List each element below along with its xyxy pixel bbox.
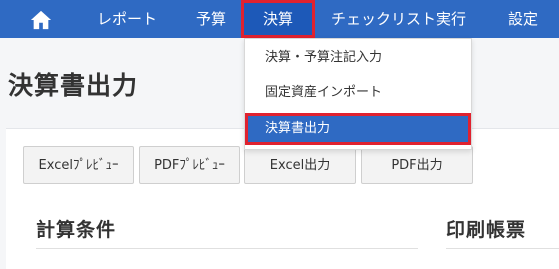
nav-item-settlement[interactable]: 決算 bbox=[241, 0, 315, 38]
nav-item-checklist-run[interactable]: チェックリスト実行 bbox=[331, 0, 466, 38]
menu-item-statement-output[interactable]: 決算書出力 bbox=[245, 113, 471, 145]
menu-item-note-input[interactable]: 決算・予算注記入力 bbox=[245, 42, 471, 74]
top-navbar: レポート 予算 決算 チェックリスト実行 設定 bbox=[0, 0, 559, 38]
excel-output-button[interactable]: Excel出力 bbox=[244, 146, 356, 184]
calc-conditions-heading: 計算条件 bbox=[36, 219, 117, 241]
pdf-output-button[interactable]: PDF出力 bbox=[361, 146, 473, 184]
page-title: 決算書出力 bbox=[8, 71, 139, 100]
settlement-dropdown-menu: 決算・予算注記入力 固定資産インポート 決算書出力 bbox=[244, 38, 472, 150]
excel-preview-button[interactable]: Excelﾌﾟﾚﾋﾞｭｰ bbox=[23, 146, 134, 184]
calc-conditions-divider bbox=[36, 248, 418, 249]
nav-item-budget[interactable]: 予算 bbox=[196, 0, 226, 38]
nav-item-report[interactable]: レポート bbox=[97, 0, 157, 38]
menu-item-fixed-asset-import[interactable]: 固定資産インポート bbox=[245, 77, 471, 109]
print-forms-divider bbox=[446, 248, 559, 249]
pdf-preview-button[interactable]: PDFﾌﾟﾚﾋﾞｭｰ bbox=[139, 146, 240, 184]
home-icon[interactable] bbox=[30, 9, 52, 31]
nav-item-settings[interactable]: 設定 bbox=[508, 0, 538, 38]
print-forms-heading: 印刷帳票 bbox=[446, 219, 527, 241]
